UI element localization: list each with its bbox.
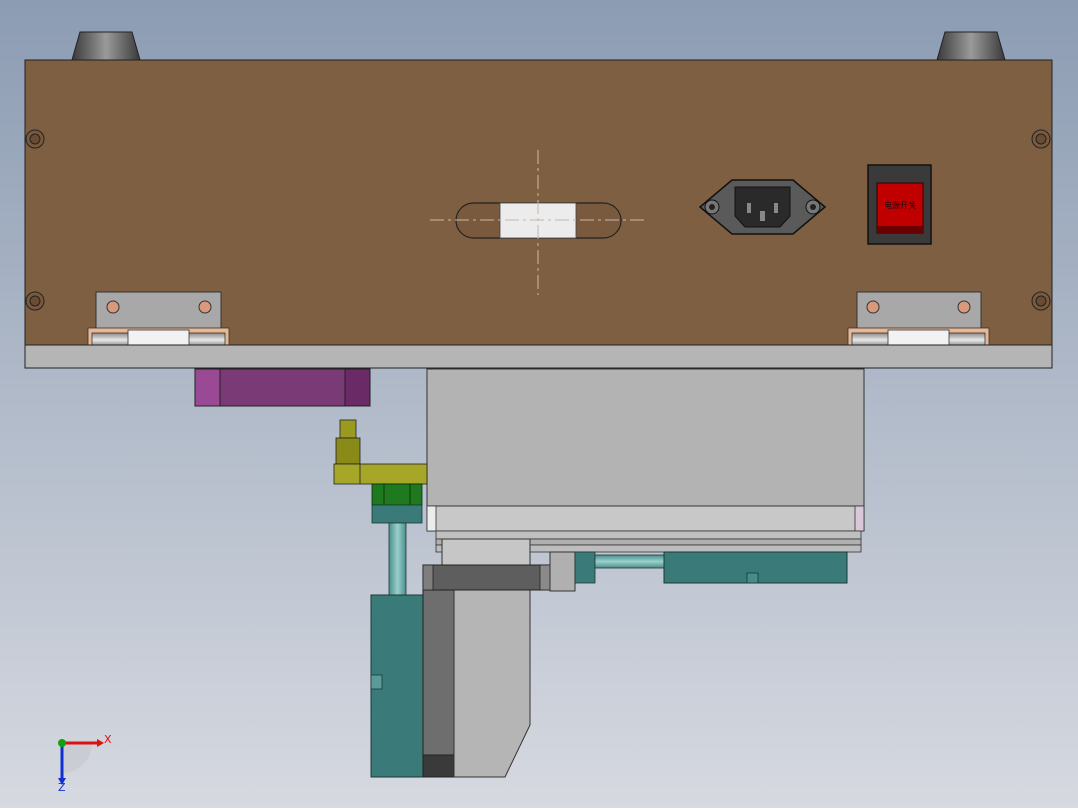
small-connector (549, 551, 576, 592)
cad-viewport[interactable]: 电源开关 X Z (0, 0, 1078, 808)
power-switch-label: 电源开关 (884, 200, 916, 210)
y-axis-dot (58, 739, 66, 747)
panel-screw-top-right (1031, 129, 1051, 149)
grey-bracket (453, 589, 531, 778)
x-axis-label: X (104, 733, 112, 746)
dark-column-strip (422, 589, 455, 778)
rubber-foot-left (71, 31, 141, 61)
vertical-pipe (388, 522, 407, 597)
main-housing (426, 368, 865, 553)
base-plate (24, 344, 1053, 369)
teal-column (370, 594, 428, 778)
magenta-block (194, 368, 371, 407)
hinge-icon-right (847, 291, 990, 348)
hinge-icon-left (87, 291, 230, 348)
z-axis-label: Z (58, 781, 66, 794)
cad-drawing: 电源开关 X Z (0, 0, 1078, 808)
rubber-foot-right (936, 31, 1006, 61)
green-fitting (371, 483, 423, 524)
panel-screw-bottom-right (1031, 291, 1051, 311)
panel-screw-top-left (25, 129, 45, 149)
rocker-switch-icon[interactable]: 电源开关 (867, 164, 932, 245)
panel-screw-bottom-left (25, 291, 45, 311)
